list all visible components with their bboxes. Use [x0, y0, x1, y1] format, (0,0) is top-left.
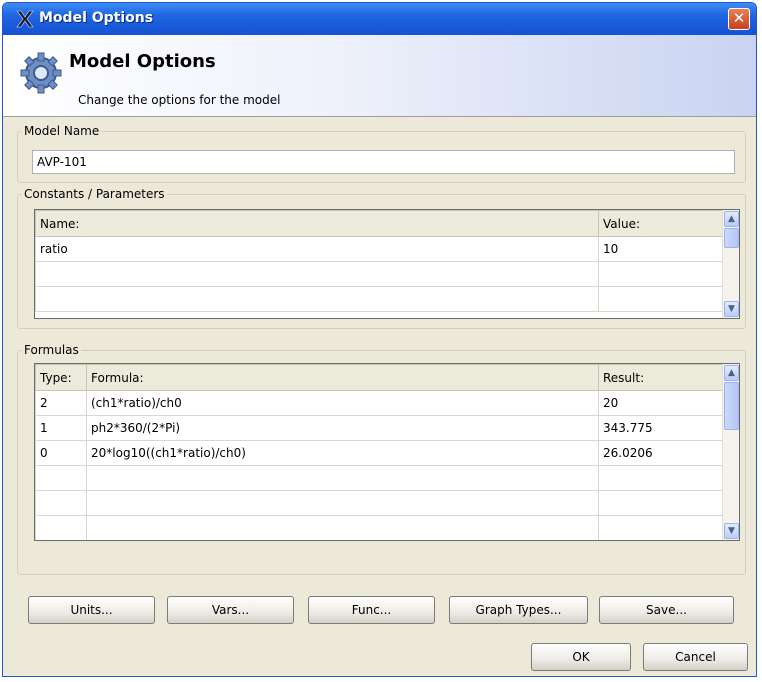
table-row[interactable] — [35, 465, 724, 491]
table-cell[interactable]: 20*log10((ch1*ratio)/ch0) — [86, 440, 599, 466]
table-cell[interactable] — [35, 515, 87, 540]
table-cell[interactable]: (ch1*ratio)/ch0 — [86, 390, 599, 416]
table-cell[interactable]: 2 — [35, 390, 87, 416]
cancel-button[interactable]: Cancel — [643, 643, 748, 671]
table-row[interactable]: 2 (ch1*ratio)/ch0 20 — [35, 390, 724, 416]
gear-icon — [20, 52, 62, 94]
table-cell[interactable] — [35, 465, 87, 491]
column-header-type[interactable]: Type: — [35, 364, 87, 391]
scrollbar-thumb[interactable] — [724, 382, 739, 430]
table-cell[interactable] — [598, 465, 724, 491]
dialog-header: Model Options Change the options for the… — [3, 35, 756, 117]
chevron-up-icon[interactable]: ▲ — [724, 211, 739, 227]
x-app-icon — [16, 10, 34, 28]
table-cell[interactable] — [86, 515, 599, 540]
header-subtitle: Change the options for the model — [78, 93, 281, 107]
table-row[interactable] — [35, 286, 724, 312]
vars-button[interactable]: Vars... — [167, 596, 294, 624]
model-options-dialog: Model Options ✕ Model Options Change the… — [2, 2, 757, 677]
table-cell[interactable]: 20 — [598, 390, 724, 416]
column-header-formula[interactable]: Formula: — [86, 364, 599, 391]
table-cell[interactable]: 0 — [35, 440, 87, 466]
formulas-header-row: Type: Formula: Result: — [35, 364, 724, 391]
title-bar[interactable]: Model Options ✕ — [3, 3, 756, 35]
formulas-table[interactable]: Type: Formula: Result: 2 (ch1*ratio)/ch0… — [34, 363, 740, 541]
constants-scrollbar[interactable]: ▲ ▼ — [722, 210, 739, 318]
table-cell[interactable]: 1 — [35, 415, 87, 441]
table-cell[interactable] — [598, 490, 724, 516]
constants-header-row: Name: Value: — [35, 210, 724, 237]
table-row[interactable]: ratio 10 — [35, 236, 724, 262]
chevron-down-icon[interactable]: ▼ — [724, 523, 739, 539]
save-button[interactable]: Save... — [599, 596, 734, 624]
chevron-up-icon[interactable]: ▲ — [724, 365, 739, 381]
column-header-name[interactable]: Name: — [35, 210, 599, 237]
table-cell[interactable]: ratio — [35, 236, 599, 262]
table-cell[interactable] — [86, 465, 599, 491]
close-icon: ✕ — [732, 9, 746, 27]
table-row[interactable] — [35, 261, 724, 287]
func-button[interactable]: Func... — [308, 596, 435, 624]
constants-table[interactable]: Name: Value: ratio 10 ▲ ▼ — [34, 209, 740, 319]
graph-types-button[interactable]: Graph Types... — [449, 596, 588, 624]
table-cell[interactable] — [598, 261, 724, 287]
scrollbar-thumb[interactable] — [724, 228, 739, 248]
table-row[interactable]: 1 ph2*360/(2*Pi) 343.775 — [35, 415, 724, 441]
table-cell[interactable]: 343.775 — [598, 415, 724, 441]
constants-label: Constants / Parameters — [24, 187, 165, 201]
chevron-down-icon[interactable]: ▼ — [724, 301, 739, 317]
formulas-label: Formulas — [24, 343, 79, 357]
table-cell[interactable]: ph2*360/(2*Pi) — [86, 415, 599, 441]
table-cell[interactable]: 10 — [598, 236, 724, 262]
table-row[interactable] — [35, 515, 724, 540]
column-header-value[interactable]: Value: — [598, 210, 724, 237]
table-row[interactable] — [35, 490, 724, 516]
ok-button[interactable]: OK — [531, 643, 631, 671]
table-cell[interactable] — [35, 286, 599, 312]
units-button[interactable]: Units... — [28, 596, 155, 624]
header-title: Model Options — [69, 51, 216, 72]
table-row[interactable]: 0 20*log10((ch1*ratio)/ch0) 26.0206 — [35, 440, 724, 466]
table-cell[interactable]: 26.0206 — [598, 440, 724, 466]
table-cell[interactable] — [35, 261, 599, 287]
table-cell[interactable] — [598, 515, 724, 540]
table-cell[interactable] — [86, 490, 599, 516]
model-name-label: Model Name — [24, 124, 100, 138]
table-cell[interactable] — [35, 490, 87, 516]
model-name-input[interactable] — [32, 150, 735, 174]
window-title: Model Options — [39, 10, 154, 26]
column-header-result[interactable]: Result: — [598, 364, 724, 391]
close-button[interactable]: ✕ — [728, 8, 750, 30]
table-cell[interactable] — [598, 286, 724, 312]
formulas-scrollbar[interactable]: ▲ ▼ — [722, 364, 739, 540]
